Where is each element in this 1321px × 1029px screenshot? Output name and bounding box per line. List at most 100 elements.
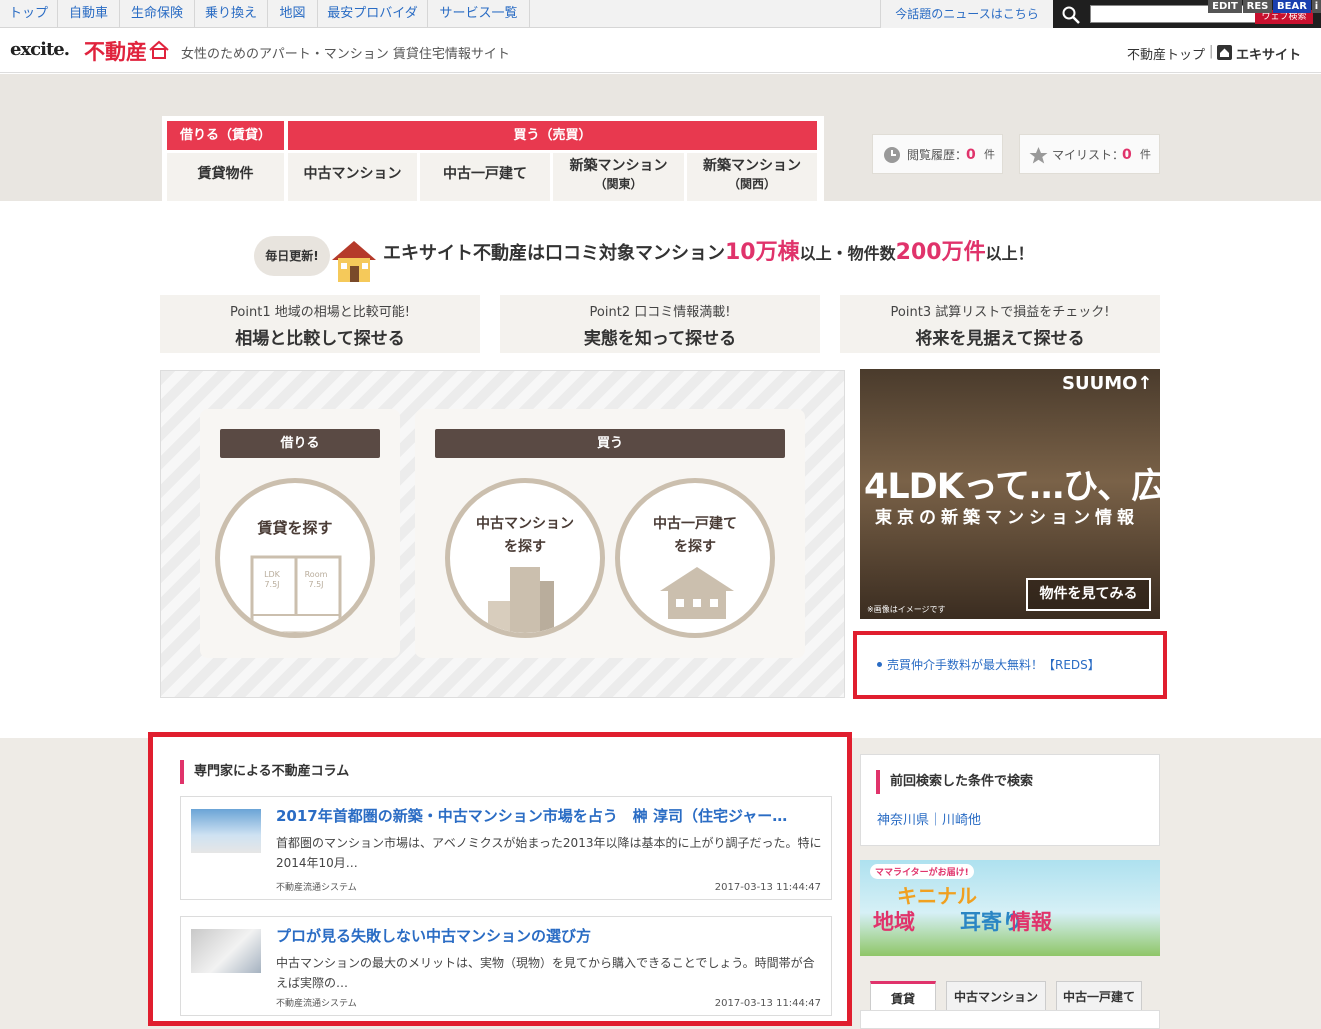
headline: エキサイト不動産は口コミ対象マンション10万棟以上・物件数200万件以上！ [383, 234, 1034, 266]
buy-bar: 買う [435, 429, 785, 458]
point-subtitle: Point1 地域の相場と比較可能! [230, 305, 410, 320]
point-title: 実態を知って探せる [583, 329, 737, 349]
tab-used-house-bottom[interactable]: 中古一戸建て [1056, 981, 1142, 1011]
floorplan-icon: LDK 7.5J Room 7.5J [250, 555, 342, 633]
excite-home-link[interactable]: エキサイト [1236, 44, 1301, 63]
kininal-subtitle: 地域 [873, 910, 915, 934]
mylist-label: マイリスト： [1052, 148, 1125, 162]
trending-news-link[interactable]: 今話題のニュースはこちら [880, 0, 1053, 28]
search-icon[interactable] [1062, 6, 1080, 24]
tab-used-house[interactable]: 中古一戸建て [420, 153, 550, 201]
floor-label: LDK [264, 570, 281, 579]
article-date: 2017-03-13 11:44:47 [714, 998, 821, 1009]
article-card[interactable]: 2017年首都圏の新築・中古マンション市場を占う 榊 淳司（住宅ジャー… 首都圏… [180, 796, 832, 900]
reds-link[interactable]: 売買仲介手数料が最大無料！【REDS】 [887, 656, 1100, 673]
article-source: 不動産流通システム [276, 999, 357, 1009]
fudosan-top-link[interactable]: 不動産トップ [1127, 44, 1205, 63]
article-source: 不動産流通システム [276, 883, 357, 893]
ad-view-button[interactable]: 物件を見てみる [1026, 578, 1151, 611]
floor-label: 7.5J [264, 580, 279, 589]
article-thumbnail [191, 809, 261, 853]
building-icon [488, 567, 554, 633]
house-icon [660, 567, 734, 619]
tab-region: （関東） [594, 177, 643, 191]
article-title[interactable]: プロが見る失敗しない中古マンションの選び方 [276, 925, 826, 946]
suumo-logo: SUUMO↑ [1062, 373, 1153, 394]
point-subtitle: Point3 試算リストで損益をチェック! [890, 305, 1110, 320]
circle-label: を探す [674, 539, 716, 555]
history-button[interactable]: 閲覧履歴： 0 件 [872, 134, 1003, 174]
point-card: Point2 口コミ情報満載! 実態を知って探せる [500, 295, 820, 353]
kininal-title: キニナル [897, 884, 977, 908]
circle-label: 中古マンション [476, 516, 574, 532]
site-tagline: 女性のためのアパート・マンション 賃貸住宅情報サイト [181, 47, 510, 62]
rent-tab-header: 借りる（賃貸） [167, 121, 284, 150]
point-subtitle: Point2 口コミ情報満載! [589, 305, 731, 320]
previous-search-link[interactable]: 神奈川県｜川崎他 [877, 809, 981, 828]
tab-rental[interactable]: 賃貸物件 [167, 153, 284, 201]
buy-tab-header: 買う（売買） [288, 121, 817, 150]
rent-bar: 借りる [220, 429, 380, 458]
tab-rental-bottom[interactable]: 賃貸 [870, 981, 936, 1011]
nav-car[interactable]: 自動車 [58, 0, 120, 28]
headline-text: 以上・物件数 [799, 244, 896, 263]
floor-label: 7.5J [308, 580, 323, 589]
point-card: Point1 地域の相場と比較可能! 相場と比較して探せる [160, 295, 480, 353]
daily-update-bubble: 毎日更新! [254, 236, 330, 276]
nav-transit[interactable]: 乗り換え [195, 0, 268, 28]
nav-map[interactable]: 地図 [268, 0, 318, 28]
previous-search-title: 前回検索した条件で検索 [876, 770, 1033, 794]
headline-text: エキサイト不動産は口コミ対象マンション [383, 243, 725, 264]
point-title: 相場と比較して探せる [235, 329, 405, 349]
previous-search-box [860, 754, 1160, 846]
nav-top[interactable]: トップ [0, 0, 58, 28]
tab-used-mansion-bottom[interactable]: 中古マンション [946, 981, 1046, 1011]
history-count: 0 [966, 147, 976, 163]
bear-button[interactable]: BEAR [1273, 0, 1311, 13]
ad-headline: 4LDKって…ひ、広い！ [864, 467, 1234, 507]
bottom-tab-panel [860, 1010, 1160, 1029]
fudosan-logo[interactable]: 不動産 [84, 36, 147, 66]
point-title: 将来を見据えて探せる [915, 329, 1085, 349]
kininal-tag: ママライターがお届け! [870, 864, 974, 879]
excite-logo[interactable]: excite. [10, 39, 70, 60]
search-used-house-button[interactable]: 中古一戸建て を探す [615, 478, 775, 638]
headline-text: 以上！ [985, 244, 1034, 263]
search-rental-button[interactable]: 賃貸を探す LDK 7.5J Room 7.5J [215, 478, 375, 638]
article-body: 中古マンションの最大のメリットは、実物（現物）を見てから購入できることでしょう。… [276, 956, 815, 990]
circle-label: 中古一戸建て [653, 516, 737, 532]
tab-new-mansion-kansai[interactable]: 新築マンション （関西） [687, 153, 817, 201]
article-title[interactable]: 2017年首都圏の新築・中古マンション市場を占う 榊 淳司（住宅ジャー… [276, 805, 826, 826]
headline-building-count: 10万棟 [725, 240, 800, 265]
nav-services[interactable]: サービス一覧 [428, 0, 530, 28]
search-used-mansion-button[interactable]: 中古マンション を探す [445, 478, 605, 638]
home-icon [1217, 45, 1232, 60]
history-unit: 件 [984, 148, 995, 161]
nav-insurance[interactable]: 生命保険 [120, 0, 195, 28]
mylist-count: 0 [1122, 147, 1132, 163]
clock-icon [884, 147, 900, 163]
tab-label: 新築マンション [569, 158, 668, 174]
house-icon [332, 241, 376, 282]
edit-button[interactable]: EDIT [1208, 0, 1242, 13]
kininal-subtitle: 情報 [1010, 910, 1052, 934]
headline-listing-count: 200万件 [895, 240, 986, 265]
nav-provider[interactable]: 最安プロバイダ [318, 0, 428, 28]
article-card[interactable]: プロが見る失敗しない中古マンションの選び方 中古マンションの最大のメリットは、実… [180, 916, 832, 1016]
info-button[interactable]: i [1312, 0, 1321, 13]
mylist-unit: 件 [1140, 148, 1151, 161]
history-label: 閲覧履歴： [907, 148, 968, 162]
article-date: 2017-03-13 11:44:47 [714, 882, 821, 893]
column-title: 専門家による不動産コラム [180, 760, 349, 784]
header-divider: | [1209, 44, 1214, 59]
res-button[interactable]: RES [1243, 0, 1272, 13]
circle-label: を探す [504, 539, 546, 555]
ad-subheadline: 東京の新築マンション情報 [875, 508, 1139, 528]
article-body: 首都圏のマンション市場は、アベノミクスが始まった2013年以降は基本的に上がり調… [276, 836, 822, 870]
circle-label: 賃貸を探す [257, 519, 333, 537]
mylist-button[interactable]: マイリスト： 0 件 [1019, 134, 1160, 174]
tab-label: 新築マンション [703, 158, 801, 174]
tab-new-mansion-kanto[interactable]: 新築マンション （関東） [553, 153, 684, 201]
tab-used-mansion[interactable]: 中古マンション [288, 153, 417, 201]
star-icon [1029, 147, 1048, 164]
